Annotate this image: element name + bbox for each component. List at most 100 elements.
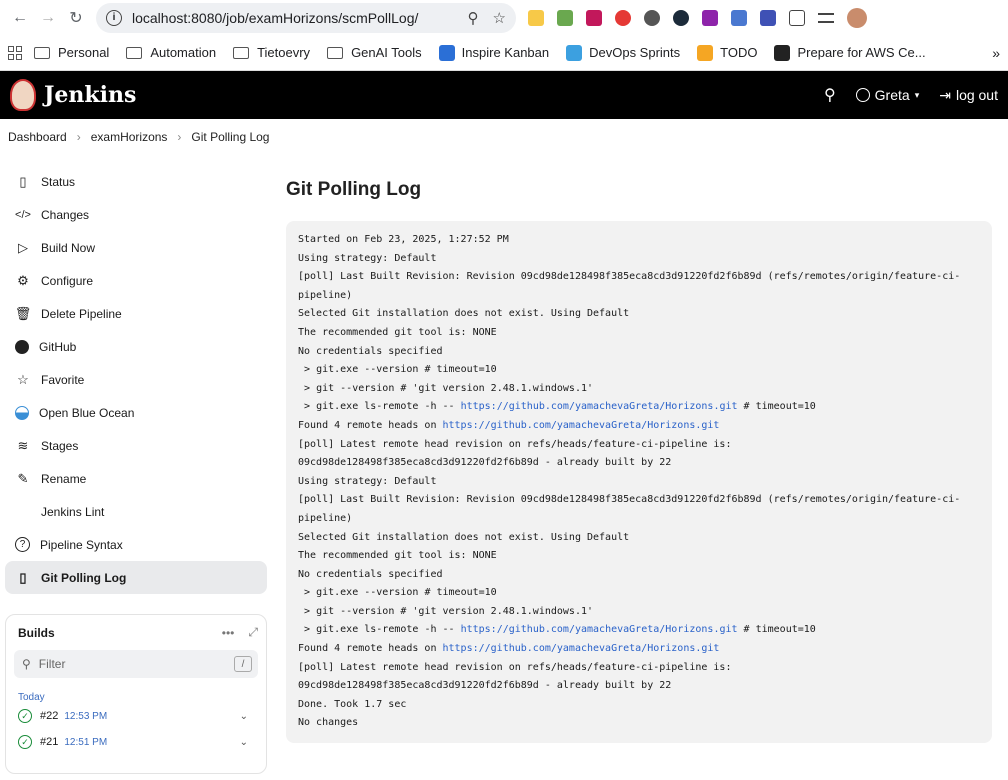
sidebar-item-status[interactable]: ▯ Status [5,165,267,198]
extension-icon[interactable] [760,9,776,26]
extension-icon[interactable] [557,9,573,26]
search-icon[interactable]: ⚲ [824,85,836,105]
extension-icon[interactable] [702,9,718,26]
expand-icon[interactable]: ⤢ [248,625,258,640]
bookmark-aws[interactable]: Prepare for AWS Ce... [774,44,926,61]
pencil-icon: ✎ [17,470,29,486]
more-bookmarks-icon[interactable]: » [992,45,1000,61]
puzzle-icon[interactable] [789,9,805,26]
sidebar-item-build-now[interactable]: ▷ Build Now [5,231,267,264]
address-bar[interactable]: i localhost:8080/job/examHorizons/scmPol… [96,2,516,33]
jira-icon [438,44,455,61]
log-text: > git --version # 'git version 2.48.1.wi… [298,605,594,617]
log-text: # timeout=10 [737,401,816,413]
devops-icon [566,44,583,61]
log-text: > git.exe ls-remote -h -- [298,624,461,636]
back-icon[interactable]: ← [6,4,34,32]
sidebar: ▯ Status </> Changes ▷ Build Now ⚙ Configure… [0,155,272,774]
bookmark-personal[interactable]: Personal [34,45,109,60]
success-icon: ✓ [18,735,32,749]
sidebar-item-open-blue-ocean[interactable]: Open Blue Ocean [5,396,267,429]
log-text: # timeout=10 [737,624,816,636]
extension-icon[interactable] [673,9,689,26]
log-line: > git --version # 'git version 2.48.1.wi… [298,380,980,399]
bookmark-devops-sprints[interactable]: DevOps Sprints [566,44,680,61]
play-icon: ▷ [18,239,28,255]
breadcrumb-job[interactable]: examHorizons [91,130,168,144]
log-text: 09cd98de128498f385eca8cd3d91220fd2f6b89d… [298,457,672,469]
extension-icon[interactable] [528,9,544,26]
extensions-bar [528,7,867,28]
bookmark-tietoevry[interactable]: Tietoevry [233,45,310,60]
sidebar-item-stages[interactable]: ≋ Stages [5,429,267,462]
bookmark-inspire-kanban[interactable]: Inspire Kanban [438,44,549,61]
bookmark-todo[interactable]: TODO [697,44,757,61]
sidebar-item-git-polling-log[interactable]: ▯ Git Polling Log [5,561,267,594]
bookmark-genai-tools[interactable]: GenAI Tools [327,45,422,60]
site-info-icon[interactable]: i [106,9,122,26]
repo-link[interactable]: https://github.com/yamachevaGreta/Horizo… [443,420,720,431]
sidebar-item-configure[interactable]: ⚙ Configure [5,264,267,297]
sidebar-item-rename[interactable]: ✎ Rename [5,462,267,495]
forward-icon[interactable]: → [34,4,62,32]
log-line: Selected Git installation does not exist… [298,529,980,548]
success-icon: ✓ [18,709,32,723]
logout-icon: ⇥ [939,86,951,103]
repo-link[interactable]: https://github.com/yamachevaGreta/Horizo… [461,401,738,412]
log-text: > git.exe --version # timeout=10 [298,587,497,599]
media-icon[interactable] [818,12,834,23]
github-icon [15,339,29,354]
sidebar-item-github[interactable]: GitHub [5,330,267,363]
bookmark-automation[interactable]: Automation [126,45,216,60]
more-options-icon[interactable]: ••• [222,626,235,640]
chevron-down-icon[interactable]: ⌄ [240,737,248,748]
breadcrumb-current[interactable]: Git Polling Log [191,130,269,144]
user-icon [855,88,870,102]
log-line: Found 4 remote heads on https://github.c… [298,417,980,436]
trash-icon: 🗑 [14,305,32,321]
sidebar-item-changes[interactable]: </> Changes [5,198,267,231]
log-text: Selected Git installation does not exist… [298,308,630,320]
log-text: > git.exe ls-remote -h -- [298,401,461,413]
builds-filter-input[interactable]: ⚲ Filter / [14,650,258,678]
builds-title: Builds [18,625,55,640]
user-menu[interactable]: Greta ▾ [855,87,919,103]
log-text: [poll] Latest remote head revision on re… [298,438,732,450]
sidebar-item-favorite[interactable]: ☆ Favorite [5,363,267,396]
breadcrumb-dashboard[interactable]: Dashboard [8,130,67,144]
sidebar-item-pipeline-syntax[interactable]: ? Pipeline Syntax [5,528,267,561]
log-text: Done. Took 1.7 sec [298,698,407,710]
app-title[interactable]: Jenkins [44,82,136,108]
folder-icon [34,46,50,59]
build-row[interactable]: ✓ #21 12:51 PM ⌄ [14,729,258,755]
builds-panel: Builds ••• ⤢ ⚲ Filter / Today ✓ #22 12:5… [5,614,267,774]
extension-icon[interactable] [615,9,631,26]
log-line: > git.exe ls-remote -h -- https://github… [298,621,980,640]
chevron-down-icon[interactable]: ⌄ [240,711,248,722]
bookmarks-bar: Personal Automation Tietoevry GenAI Tool… [0,35,1008,71]
todo-icon [697,44,714,61]
chevron-right-icon: › [177,130,182,144]
log-line: > git.exe --version # timeout=10 [298,361,980,380]
extension-icon[interactable] [644,9,660,26]
log-text: > git.exe --version # timeout=10 [298,364,497,376]
repo-link[interactable]: https://github.com/yamachevaGreta/Horizo… [443,643,720,654]
sidebar-item-delete-pipeline[interactable]: 🗑 Delete Pipeline [5,297,267,330]
gear-icon: ⚙ [17,272,29,288]
jenkins-logo[interactable] [10,79,36,111]
extension-icon[interactable] [731,9,747,26]
bookmark-star-icon[interactable]: ☆ [493,9,506,27]
log-text: [poll] Latest remote head revision on re… [298,661,732,673]
logout-link[interactable]: ⇥ log out [939,87,998,104]
repo-link[interactable]: https://github.com/yamachevaGreta/Horizo… [461,624,738,635]
log-text: No credentials specified [298,345,443,357]
filter-placeholder: Filter [38,657,66,671]
apps-icon[interactable] [8,45,22,60]
zoom-icon[interactable]: ⚲ [468,9,479,27]
extension-icon[interactable] [586,9,602,26]
build-row[interactable]: ✓ #22 12:53 PM ⌄ [14,703,258,729]
log-text: Found 4 remote heads on [298,419,443,431]
sidebar-item-jenkins-lint[interactable]: Jenkins Lint [5,495,267,528]
reload-icon[interactable]: ↻ [62,4,90,32]
profile-avatar[interactable] [847,7,867,28]
